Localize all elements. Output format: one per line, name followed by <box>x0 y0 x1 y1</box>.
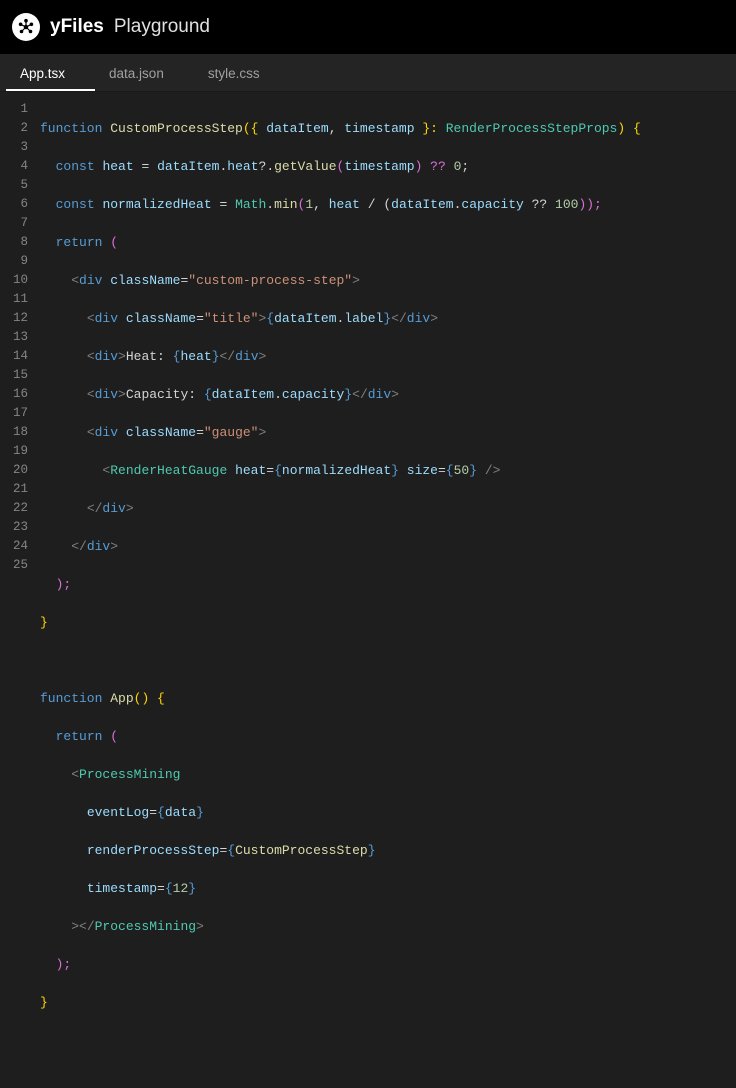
line-number: 11 <box>0 290 28 309</box>
line-number: 8 <box>0 233 28 252</box>
line-number: 9 <box>0 252 28 271</box>
line-number: 6 <box>0 195 28 214</box>
line-number: 1 <box>0 100 28 119</box>
code-content[interactable]: function CustomProcessStep({ dataItem, t… <box>40 92 641 1088</box>
line-number: 17 <box>0 404 28 423</box>
line-number: 19 <box>0 442 28 461</box>
brand-name: yFiles <box>50 16 104 38</box>
tab-data-json[interactable]: data.json <box>95 57 194 91</box>
line-number: 3 <box>0 138 28 157</box>
tab-style-css[interactable]: style.css <box>194 57 290 91</box>
line-number: 12 <box>0 309 28 328</box>
logo-nodes-icon <box>17 18 35 36</box>
yfiles-logo <box>12 13 40 41</box>
line-number: 7 <box>0 214 28 233</box>
header-bar: yFiles Playground <box>0 0 736 54</box>
line-number: 21 <box>0 480 28 499</box>
line-number: 24 <box>0 537 28 556</box>
code-editor[interactable]: 1234567891011121314151617181920212223242… <box>0 92 736 1088</box>
line-number: 14 <box>0 347 28 366</box>
line-number: 15 <box>0 366 28 385</box>
line-number: 5 <box>0 176 28 195</box>
editor-tabs: App.tsx data.json style.css <box>0 54 736 92</box>
line-number: 18 <box>0 423 28 442</box>
line-number: 23 <box>0 518 28 537</box>
line-number: 22 <box>0 499 28 518</box>
tab-app-tsx[interactable]: App.tsx <box>6 57 95 91</box>
line-number: 13 <box>0 328 28 347</box>
line-gutter: 1234567891011121314151617181920212223242… <box>0 92 40 1088</box>
line-number: 25 <box>0 556 28 575</box>
page-title: Playground <box>114 16 210 38</box>
line-number: 16 <box>0 385 28 404</box>
line-number: 2 <box>0 119 28 138</box>
line-number: 10 <box>0 271 28 290</box>
line-number: 20 <box>0 461 28 480</box>
line-number: 4 <box>0 157 28 176</box>
